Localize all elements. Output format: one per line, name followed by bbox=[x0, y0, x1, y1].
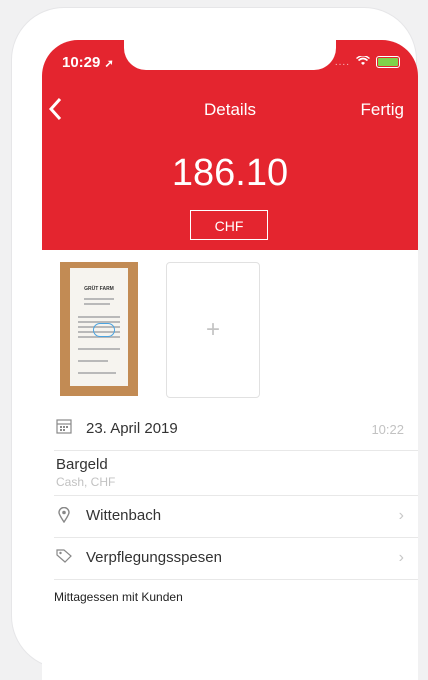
attachments-area: GRÜT FARM + bbox=[42, 258, 418, 403]
chevron-right-icon: › bbox=[398, 507, 404, 524]
date-value: 23. April 2019 bbox=[86, 420, 178, 437]
calendar-icon bbox=[56, 418, 72, 439]
receipt-line bbox=[78, 372, 116, 374]
category-row[interactable]: Verpflegungsspesen › bbox=[54, 537, 418, 580]
cloud-icon bbox=[93, 323, 115, 337]
receipt-thumbnail[interactable]: GRÜT FARM bbox=[60, 262, 138, 396]
location-pin-icon bbox=[58, 506, 70, 528]
currency-button[interactable]: CHF bbox=[190, 210, 268, 240]
payment-method: Bargeld bbox=[56, 456, 108, 473]
category-label: Verpflegungsspesen bbox=[86, 549, 222, 566]
receipt-paper: GRÜT FARM bbox=[70, 268, 128, 386]
time-value: 10:22 bbox=[371, 422, 404, 437]
phone-notch bbox=[124, 40, 336, 70]
receipt-line bbox=[84, 303, 110, 305]
chevron-right-icon: › bbox=[398, 549, 404, 566]
location-arrow-icon: ➚ bbox=[104, 58, 114, 70]
status-time: 10:29 ➚ bbox=[62, 54, 114, 71]
receipt-line bbox=[84, 298, 114, 300]
payment-details: Cash, CHF bbox=[56, 475, 116, 489]
receipt-line bbox=[78, 360, 108, 362]
nav-bar: Details Fertig bbox=[42, 92, 418, 128]
tag-icon bbox=[56, 549, 72, 568]
amount-value[interactable]: 186.10 bbox=[42, 152, 418, 195]
phone-frame: 10:29 ➚ .... Details Fertig 186.10 CHF G… bbox=[12, 8, 418, 680]
wifi-icon bbox=[356, 55, 370, 69]
location-row[interactable]: Wittenbach › bbox=[54, 495, 418, 538]
add-attachment-button[interactable]: + bbox=[166, 262, 260, 398]
payment-row[interactable]: Bargeld Cash, CHF bbox=[54, 450, 418, 496]
receipt-title: GRÜT FARM bbox=[84, 286, 114, 292]
battery-icon bbox=[376, 56, 400, 68]
date-row[interactable]: 23. April 2019 10:22 bbox=[54, 408, 418, 451]
receipt-line bbox=[78, 316, 120, 318]
receipt-line bbox=[78, 348, 120, 350]
done-button[interactable]: Fertig bbox=[361, 100, 404, 120]
location-label: Wittenbach bbox=[86, 507, 162, 524]
notes-text[interactable]: Mittagessen mit Kunden bbox=[54, 590, 183, 604]
signal-icon: .... bbox=[334, 56, 350, 68]
status-icons: .... bbox=[335, 55, 400, 69]
header-background: 10:29 ➚ .... Details Fertig 186.10 CHF bbox=[42, 40, 418, 250]
app-screen: 10:29 ➚ .... Details Fertig 186.10 CHF G… bbox=[42, 40, 418, 680]
